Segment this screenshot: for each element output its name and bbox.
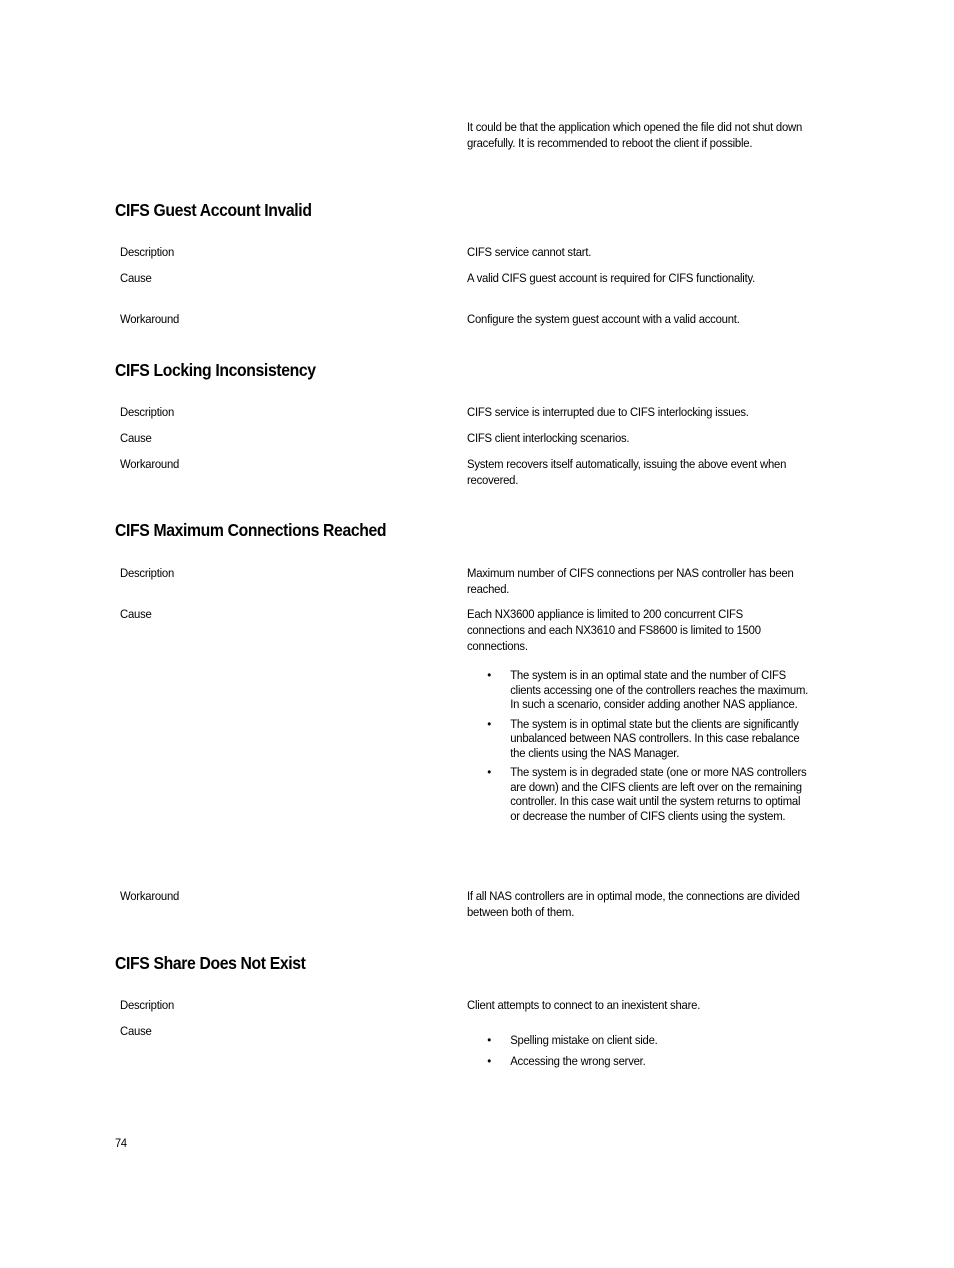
row-label-cause: Cause bbox=[120, 607, 152, 621]
bullet-item: • The system is in an optimal state and t… bbox=[467, 668, 809, 712]
row-value-workaround: If all NAS controllers are in optimal mo… bbox=[467, 889, 800, 919]
bullet-text: The system is in an optimal state and th… bbox=[510, 668, 809, 711]
row-label-workaround: Workaround bbox=[120, 312, 180, 326]
row-value-workaround: System recovers itself automatically, is… bbox=[467, 457, 787, 487]
row-value-description: Client attempts to connect to an inexist… bbox=[467, 998, 701, 1012]
row-label-description: Description bbox=[120, 405, 175, 419]
row-label-workaround: Workaround bbox=[120, 889, 180, 903]
bullet-icon: • bbox=[487, 668, 491, 682]
bullet-item: • Accessing the wrong server. bbox=[467, 1053, 809, 1069]
bullet-text: The system is in degraded state (one or … bbox=[510, 765, 807, 823]
row-value-workaround: Configure the system guest account with … bbox=[467, 312, 740, 326]
bullet-item: • The system is in optimal state but the … bbox=[467, 717, 809, 761]
bullet-text: The system is in optimal state but the c… bbox=[510, 716, 800, 760]
bullet-text: Spelling mistake on client side. bbox=[510, 1033, 658, 1047]
row-label-description: Description bbox=[120, 245, 175, 259]
row-value-cause: CIFS client interlocking scenarios. bbox=[467, 431, 630, 445]
bullet-text: Accessing the wrong server. bbox=[510, 1054, 646, 1068]
row-label-cause: Cause bbox=[120, 431, 152, 445]
bullet-item: • The system is in degraded state (one or… bbox=[467, 765, 809, 823]
row-label-description: Description bbox=[120, 998, 175, 1012]
row-value-description: CIFS service cannot start. bbox=[467, 245, 592, 259]
bullet-icon: • bbox=[487, 716, 491, 731]
intro-paragraph: It could be that the application which o… bbox=[467, 120, 803, 150]
row-value-description: CIFS service is interrupted due to CIFS … bbox=[467, 405, 749, 419]
cause-bullet-list: • The system is in an optimal state and t… bbox=[467, 668, 809, 828]
bullet-icon: • bbox=[487, 765, 491, 779]
bullet-icon: • bbox=[487, 1033, 491, 1047]
row-value-description: Maximum number of CIFS connections per N… bbox=[467, 566, 794, 596]
section-heading-guest-account: CIFS Guest Account Invalid bbox=[115, 200, 312, 220]
page-number: 74 bbox=[115, 1136, 127, 1150]
section-heading-max-connections: CIFS Maximum Connections Reached bbox=[115, 520, 387, 540]
row-label-cause: Cause bbox=[120, 271, 152, 285]
row-label-workaround: Workaround bbox=[120, 457, 180, 471]
bullet-item: • Spelling mistake on client side. bbox=[467, 1032, 809, 1048]
row-value-cause: A valid CIFS guest account is required f… bbox=[467, 271, 755, 285]
row-label-cause: Cause bbox=[120, 1024, 152, 1038]
row-value-cause: Each NX3600 appliance is limited to 200 … bbox=[467, 607, 761, 653]
section-heading-share-not-exist: CIFS Share Does Not Exist bbox=[115, 953, 306, 973]
section-heading-locking-inconsistency: CIFS Locking Inconsistency bbox=[115, 360, 316, 380]
row-label-description: Description bbox=[120, 566, 175, 580]
bullet-icon: • bbox=[487, 1054, 491, 1068]
cause-bullet-list: • Spelling mistake on client side. • Acces… bbox=[467, 1032, 809, 1074]
